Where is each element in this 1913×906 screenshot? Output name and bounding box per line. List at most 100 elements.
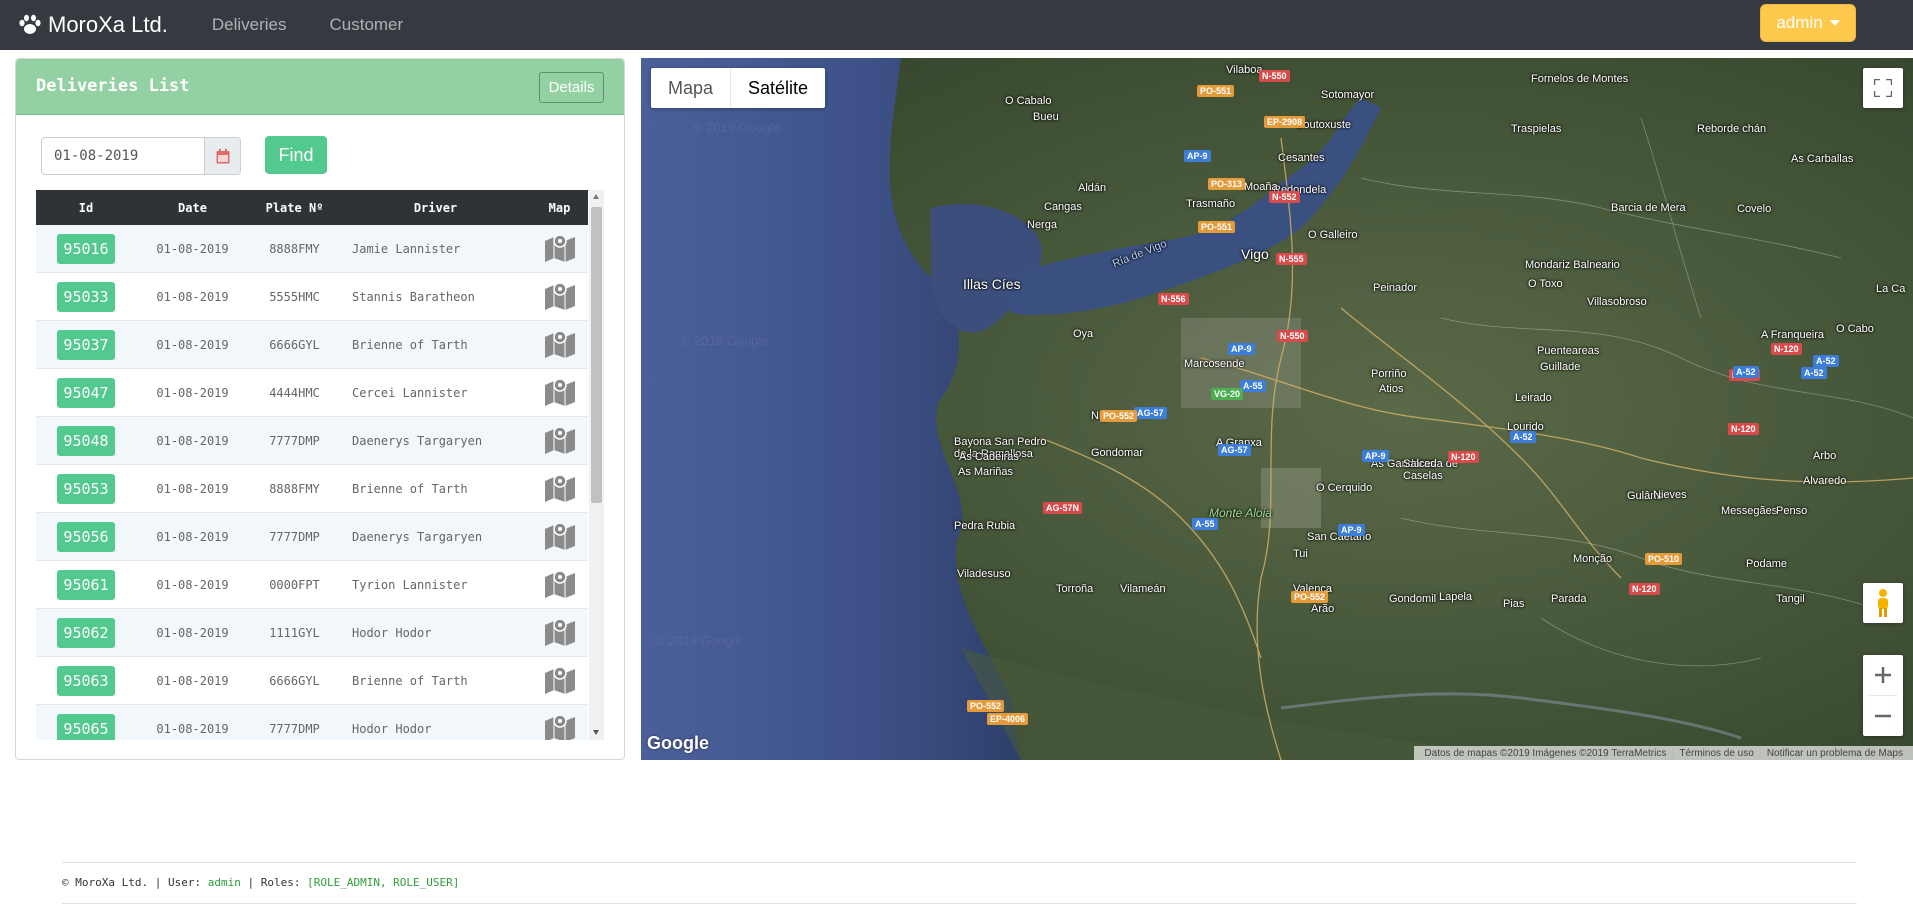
map-marker-icon[interactable] <box>544 664 576 694</box>
table-row[interactable]: 95053 01-08-2019 8888FMY Brienne of Tarth <box>36 465 588 513</box>
map-data-credit: Datos de mapas ©2019 Imágenes ©2019 Terr… <box>1424 747 1667 759</box>
delivery-id-badge[interactable]: 95063 <box>57 665 115 696</box>
delivery-id-badge[interactable]: 95061 <box>57 569 115 600</box>
delivery-id-badge[interactable]: 95037 <box>57 329 115 360</box>
map-type-mapa[interactable]: Mapa <box>651 68 730 108</box>
map-marker-icon[interactable] <box>544 280 576 310</box>
footer-separator: | <box>247 876 255 889</box>
road-shield: PO-552 <box>967 700 1005 712</box>
table-scrollbar[interactable] <box>589 190 604 740</box>
map-place-label: Vigo <box>1241 246 1269 262</box>
road-shield: A-52 <box>1733 366 1759 378</box>
map-place-label: Illas Cíes <box>963 276 1021 292</box>
map-marker-icon[interactable] <box>544 328 576 358</box>
top-navbar: MoroXa Ltd. Deliveries Customer admin <box>0 0 1913 50</box>
user-dropdown-button[interactable]: admin <box>1760 4 1856 42</box>
delivery-plate-cell: 8888FMY <box>269 241 320 256</box>
delivery-id-badge[interactable]: 95062 <box>57 617 115 648</box>
table-row[interactable]: 95047 01-08-2019 4444HMC Cercei Lannister <box>36 369 588 417</box>
terms-of-use-link[interactable]: Términos de uso <box>1672 747 1759 759</box>
road-shield: A-52 <box>1813 355 1839 367</box>
pegman-icon <box>1878 589 1888 617</box>
map-place-label: Cangas <box>1044 201 1082 213</box>
road-shield: EP-4006 <box>987 713 1029 725</box>
fullscreen-button[interactable] <box>1863 68 1903 108</box>
column-header-date[interactable]: Date <box>136 201 249 215</box>
map-place-label: Arão <box>1311 603 1335 615</box>
table-row[interactable]: 95016 01-08-2019 8888FMY Jamie Lannister <box>36 225 588 273</box>
delivery-id-badge[interactable]: 95053 <box>57 473 115 504</box>
scroll-up-arrow-icon[interactable] <box>593 194 599 199</box>
delivery-id-badge[interactable]: 95047 <box>57 377 115 408</box>
delivery-driver-cell: Daenerys Targaryen <box>352 529 483 544</box>
table-row[interactable]: 95033 01-08-2019 5555HMC Stannis Baratheon <box>36 273 588 321</box>
nav-customer[interactable]: Customer <box>329 15 403 35</box>
road-shield: PO-313 <box>1208 178 1246 190</box>
map-marker-icon[interactable] <box>544 568 576 598</box>
table-body: 95016 01-08-2019 8888FMY Jamie Lannister 950… <box>36 225 604 740</box>
map-place-label: O Cerquido <box>1316 482 1373 494</box>
table-row[interactable]: 95063 01-08-2019 6666GYL Brienne of Tarth <box>36 657 588 705</box>
google-logo[interactable]: Google <box>647 733 709 754</box>
map-place-label: Vilameán <box>1120 583 1166 595</box>
date-input[interactable] <box>42 138 204 174</box>
delivery-id-badge[interactable]: 95065 <box>57 713 115 740</box>
table-row[interactable]: 95061 01-08-2019 0000FPT Tyrion Lannister <box>36 561 588 609</box>
scroll-down-arrow-icon[interactable] <box>593 730 599 735</box>
delivery-id-cell: 95065 <box>36 713 136 740</box>
zoom-control <box>1863 655 1903 736</box>
column-header-map[interactable]: Map <box>531 201 588 215</box>
map-marker-icon[interactable] <box>544 520 576 550</box>
delivery-id-badge[interactable]: 95016 <box>57 233 115 264</box>
calendar-button[interactable] <box>204 138 240 174</box>
map-marker-icon[interactable] <box>544 232 576 262</box>
table-row[interactable]: 95056 01-08-2019 7777DMP Daenerys Targaryen <box>36 513 588 561</box>
find-button[interactable]: Find <box>265 136 327 174</box>
map-marker-icon[interactable] <box>544 712 576 740</box>
map-marker-icon[interactable] <box>544 376 576 406</box>
delivery-id-cell: 95061 <box>36 569 136 600</box>
delivery-id-cell: 95062 <box>36 617 136 648</box>
delivery-id-badge[interactable]: 95033 <box>57 281 115 312</box>
delivery-id-badge[interactable]: 95048 <box>57 425 115 456</box>
details-button[interactable]: Details <box>539 72 604 103</box>
zoom-in-button[interactable] <box>1863 655 1903 695</box>
column-header-plate[interactable]: Plate Nº <box>249 201 340 215</box>
table-row[interactable]: 95065 01-08-2019 7777DMP Hodor Hodor <box>36 705 588 740</box>
table-row[interactable]: 95037 01-08-2019 6666GYL Brienne of Tarth <box>36 321 588 369</box>
map-marker-icon[interactable] <box>544 616 576 646</box>
map-marker-icon[interactable] <box>544 472 576 502</box>
scroll-thumb[interactable] <box>591 207 602 503</box>
map-place-label: Torroña <box>1056 583 1094 595</box>
map-marker-icon[interactable] <box>544 424 576 454</box>
map-type-control: Mapa Satélite <box>651 68 826 108</box>
column-header-id[interactable]: Id <box>36 201 136 215</box>
delivery-id-cell: 95037 <box>36 329 136 360</box>
report-problem-link[interactable]: Notificar un problema de Maps <box>1759 747 1909 759</box>
delivery-map-cell <box>531 424 588 457</box>
map-place-label: Monção <box>1573 553 1613 565</box>
footer-user-label: User: <box>167 876 202 889</box>
table-row[interactable]: 95048 01-08-2019 7777DMP Daenerys Targaryen <box>36 417 588 465</box>
delivery-date-cell: 01-08-2019 <box>156 433 229 448</box>
map-type-satellite[interactable]: Satélite <box>730 68 825 108</box>
nav-deliveries[interactable]: Deliveries <box>212 15 287 35</box>
column-header-driver[interactable]: Driver <box>340 201 531 215</box>
delivery-driver-cell: Stannis Baratheon <box>352 289 475 304</box>
map-place-label: Viladesuso <box>957 568 1011 580</box>
delivery-id-badge[interactable]: 95056 <box>57 521 115 552</box>
brand[interactable]: MoroXa Ltd. <box>18 12 168 38</box>
date-picker-group <box>41 137 241 175</box>
map-place-label: Barcia de Mera <box>1611 202 1686 214</box>
road-shield: AP-9 <box>1362 450 1389 462</box>
map-place-label: O Toxo <box>1528 278 1563 290</box>
delivery-plate-cell: 6666GYL <box>269 673 320 688</box>
road-shield: A-55 <box>1192 518 1218 530</box>
road-shield: AP-9 <box>1338 524 1365 536</box>
calendar-icon <box>216 148 229 163</box>
street-view-pegman[interactable] <box>1863 583 1903 623</box>
table-row[interactable]: 95062 01-08-2019 1111GYL Hodor Hodor <box>36 609 588 657</box>
map-watermark: © 2019 Google <box>693 120 781 135</box>
zoom-out-button[interactable] <box>1863 696 1903 736</box>
delivery-map[interactable]: © 2019 Google © 2019 Google © 2019 Googl… <box>641 58 1913 760</box>
